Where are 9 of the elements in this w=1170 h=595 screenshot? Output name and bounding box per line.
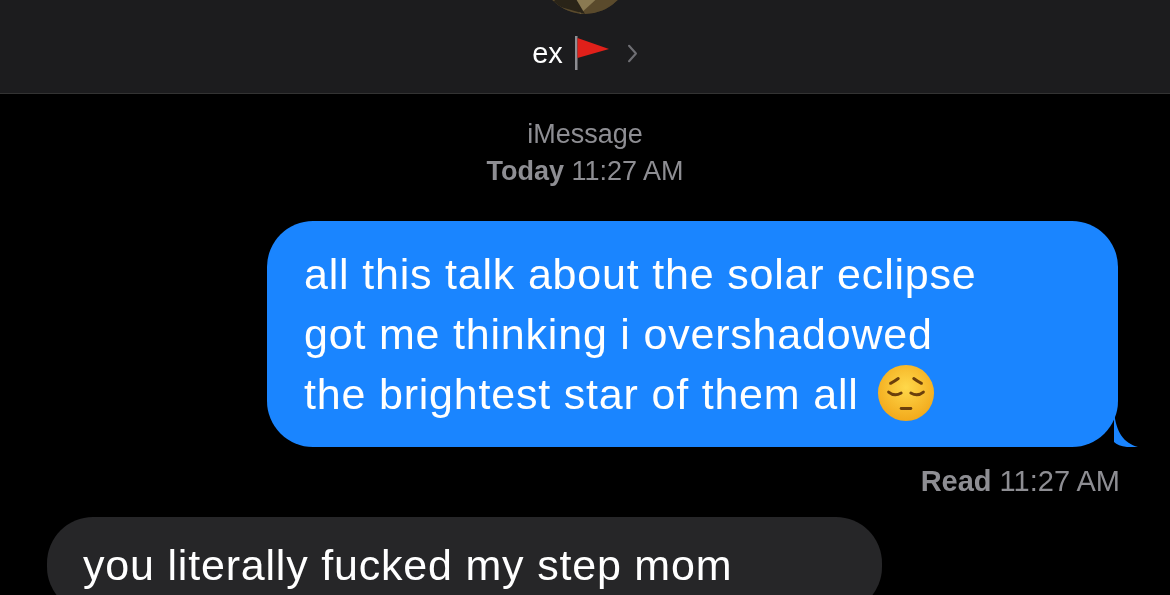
timestamp: Today 11:27 AM — [486, 155, 684, 188]
message-text: the brightest star of them all — [304, 369, 859, 420]
chevron-icon — [626, 43, 638, 63]
message-text: all this talk about the solar eclipse — [304, 249, 977, 300]
contact-name[interactable]: ex — [532, 36, 563, 70]
message-text: got me thinking i overshadowed — [304, 309, 933, 360]
service-label: iMessage — [527, 118, 643, 151]
read-receipt: Read 11:27 AM — [920, 464, 1120, 499]
message-text: you literally fucked my step mom — [83, 540, 733, 591]
